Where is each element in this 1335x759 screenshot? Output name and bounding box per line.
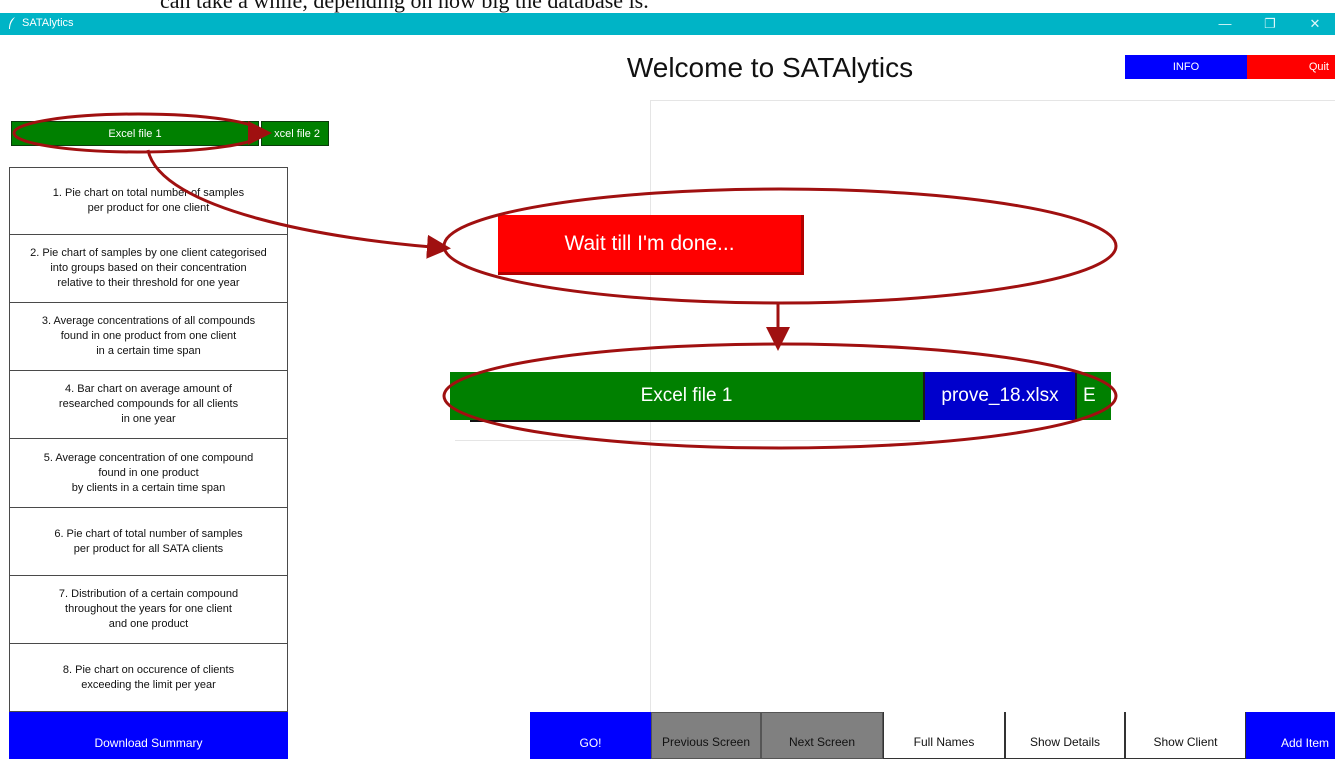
- page-title: Welcome to SATAlytics: [626, 52, 914, 83]
- option-5-button[interactable]: 5. Average concentration of one compound…: [9, 438, 288, 507]
- option-2-button[interactable]: 2. Pie chart of samples by one client ca…: [9, 234, 288, 302]
- window-title: SATAlytics: [22, 17, 74, 29]
- option-4-button[interactable]: 4. Bar chart on average amount of resear…: [9, 370, 288, 438]
- quit-button[interactable]: Quit: [1247, 55, 1335, 79]
- wait-status-callout: Wait till I'm done...: [498, 215, 804, 275]
- tab-excel-file-2[interactable]: xcel file 2: [261, 121, 329, 146]
- zoomed-next-tab: E: [1077, 372, 1111, 420]
- previous-screen-button[interactable]: Previous Screen: [651, 712, 761, 759]
- full-names-button[interactable]: Full Names: [883, 712, 1005, 759]
- info-button[interactable]: INFO: [1125, 55, 1247, 79]
- document-caption-strip: can take a while, depending on how big t…: [0, 0, 1335, 13]
- option-3-button[interactable]: 3. Average concentrations of all compoun…: [9, 302, 288, 370]
- minimize-icon[interactable]: —: [1205, 13, 1245, 35]
- zoomed-divider: [455, 440, 925, 441]
- zoomed-tab-excel-file-1: Excel file 1: [450, 372, 925, 420]
- feather-icon: [9, 17, 15, 29]
- close-icon[interactable]: ✕: [1295, 13, 1335, 35]
- restore-icon[interactable]: ❐: [1250, 13, 1290, 35]
- option-7-button[interactable]: 7. Distribution of a certain compound th…: [9, 575, 288, 643]
- download-summary-button[interactable]: Download Summary: [9, 712, 288, 759]
- document-caption-text: can take a while, depending on how big t…: [160, 0, 649, 13]
- go-button[interactable]: GO!: [530, 712, 651, 759]
- show-client-button[interactable]: Show Client: [1125, 712, 1246, 759]
- option-6-button[interactable]: 6. Pie chart of total number of samples …: [9, 507, 288, 575]
- add-item-button[interactable]: Add Item: [1246, 712, 1335, 759]
- window-title-bar[interactable]: SATAlytics — ❐ ✕: [0, 13, 1335, 35]
- zoomed-file-name-badge: prove_18.xlsx: [925, 372, 1077, 420]
- tab-excel-file-1[interactable]: Excel file 1: [11, 121, 259, 146]
- next-screen-button[interactable]: Next Screen: [761, 712, 883, 759]
- option-1-button[interactable]: 1. Pie chart on total number of samples …: [9, 167, 288, 234]
- zoomed-tab-underline: [470, 420, 920, 422]
- show-details-button[interactable]: Show Details: [1005, 712, 1125, 759]
- option-8-button[interactable]: 8. Pie chart on occurence of clients exc…: [9, 643, 288, 711]
